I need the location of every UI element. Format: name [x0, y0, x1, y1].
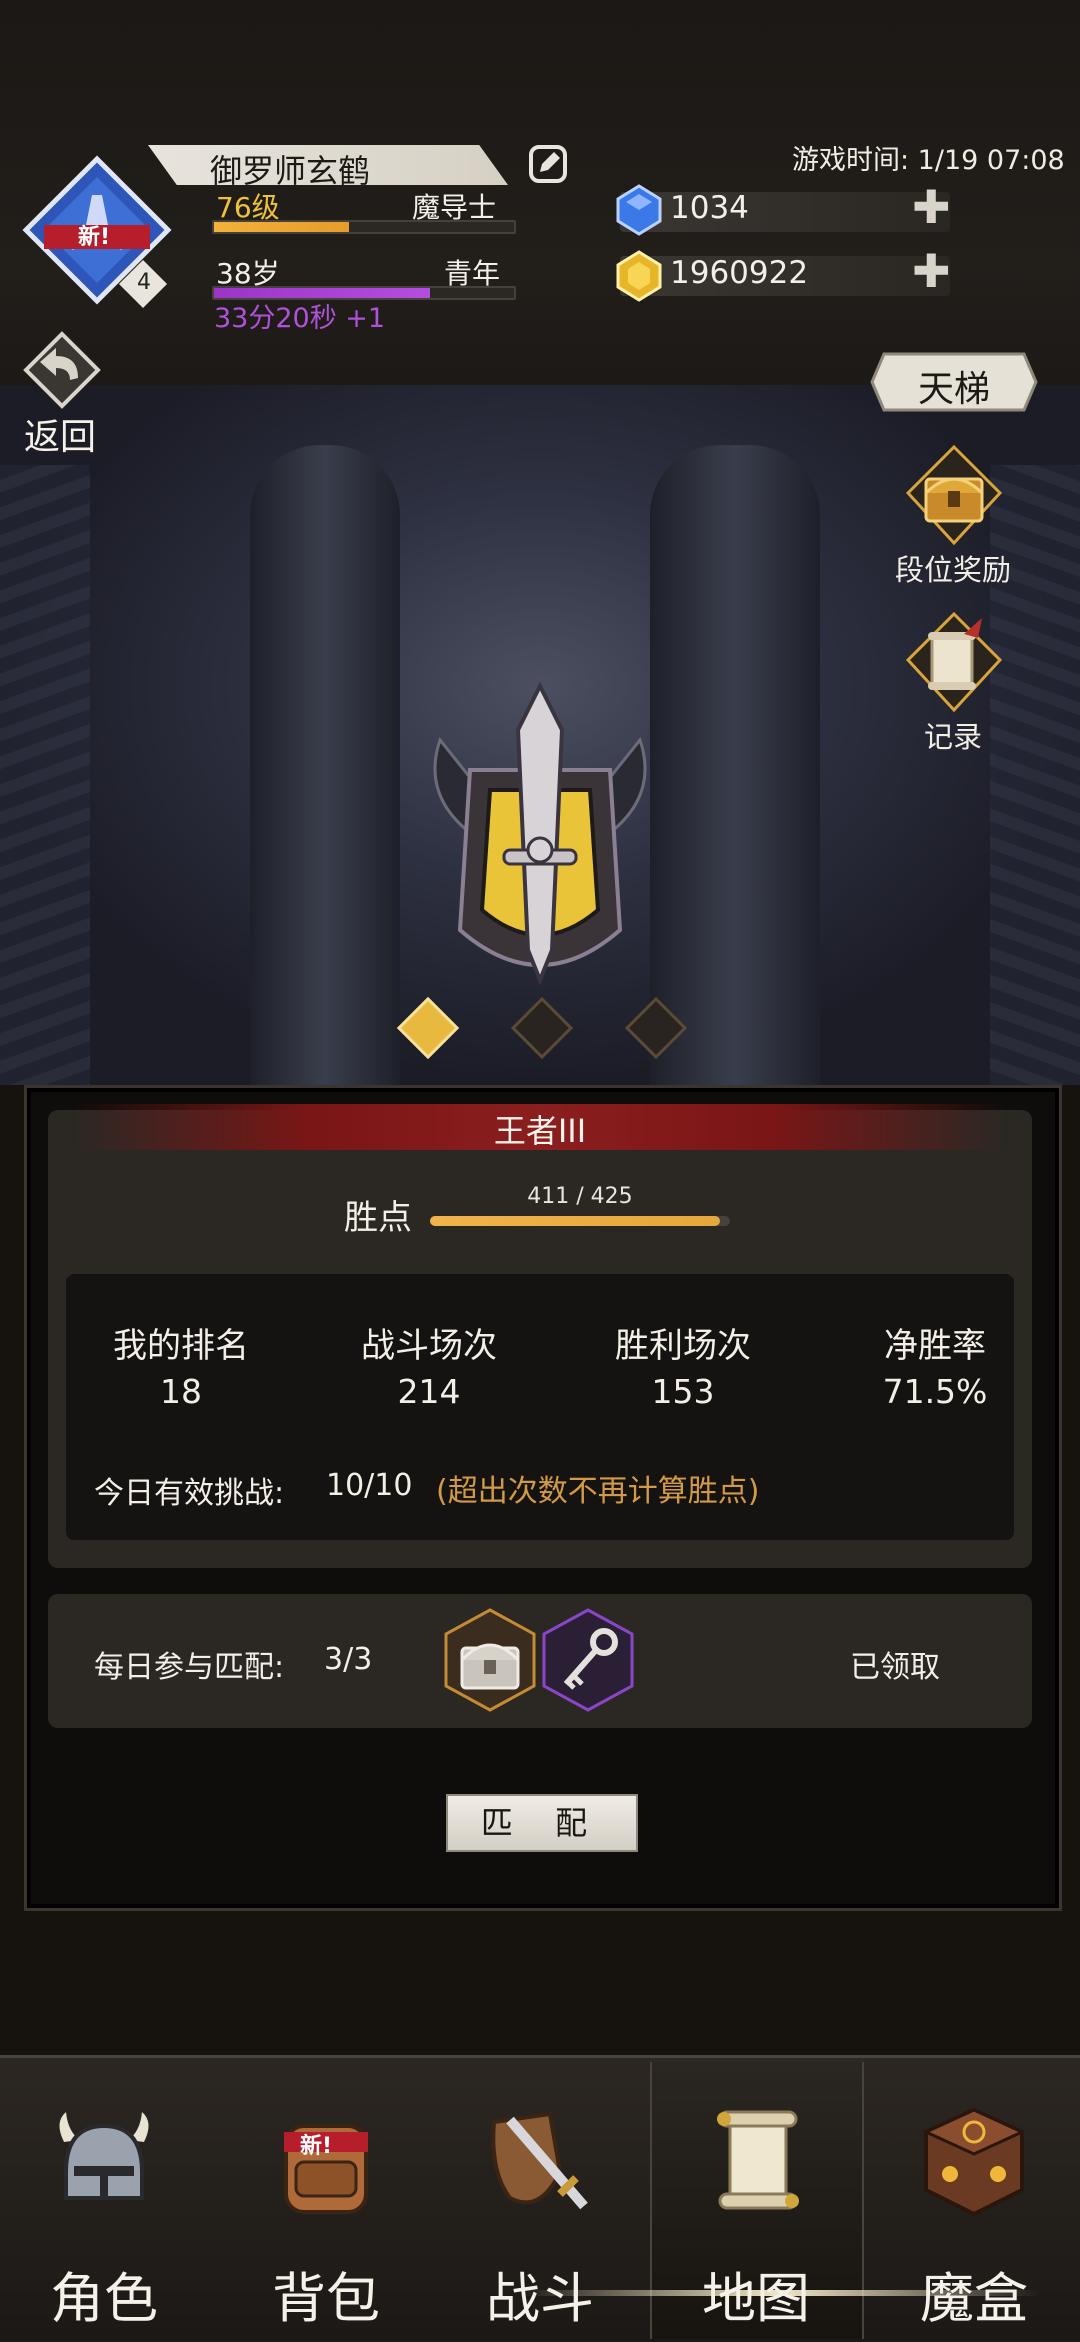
- nav-bag[interactable]: 新! 背包: [226, 2062, 426, 2339]
- level-progress-bar: [212, 220, 516, 234]
- rank-reward-label: 段位奖励: [894, 553, 1011, 587]
- record-button[interactable]: 记录: [888, 612, 1018, 754]
- helmet-icon: [59, 2112, 149, 2200]
- gem-icon: [614, 184, 664, 236]
- nav-role-label: 角色: [50, 2267, 158, 2330]
- avatar-new-badge: 新!: [78, 225, 111, 250]
- backpack-icon: [284, 2124, 368, 2214]
- nav-bag-label: 背包: [272, 2267, 380, 2330]
- back-icon: [23, 331, 101, 409]
- scroll-map-icon: [717, 2110, 799, 2210]
- stat-battles-label: 战斗场次: [361, 1326, 497, 1366]
- nav-magic-box-label: 魔盒: [920, 2267, 1028, 2330]
- record-label: 记录: [923, 720, 982, 754]
- daily-claimed-status: 已领取: [850, 1650, 940, 1685]
- edit-name-button[interactable]: [528, 144, 568, 184]
- level-progress-fill: [214, 222, 349, 232]
- avatar[interactable]: 新! 4: [22, 155, 172, 309]
- back-button[interactable]: 返回: [14, 330, 114, 458]
- gold-icon: [614, 250, 664, 302]
- nav-bag-new-badge: 新!: [300, 2134, 333, 2159]
- king-rank-sword-emblem-icon: [433, 681, 647, 986]
- key-icon: [542, 1608, 634, 1712]
- nav-battle[interactable]: 战斗: [440, 2062, 640, 2339]
- edit-icon: [529, 145, 567, 183]
- points-label: 胜点: [344, 1198, 412, 1238]
- nav-role[interactable]: 角色: [4, 2062, 204, 2339]
- stat-rank-value: 18: [160, 1372, 202, 1411]
- stat-winrate-value: 71.5%: [882, 1372, 988, 1411]
- left-chain: [0, 465, 90, 1085]
- points-progress-bar: [430, 1216, 730, 1226]
- stat-wins-label: 胜利场次: [615, 1326, 751, 1366]
- avatar-count-badge: 4: [137, 270, 151, 295]
- match-button[interactable]: 匹 配: [446, 1794, 638, 1852]
- nav-map[interactable]: 地图: [656, 2062, 856, 2339]
- ladder-label: 天梯: [917, 369, 990, 410]
- record-scroll-icon: [906, 612, 1002, 712]
- add-gems-button[interactable]: ✚: [912, 180, 951, 234]
- stat-rank-label: 我的排名: [113, 1326, 249, 1366]
- nav-battle-label: 战斗: [486, 2267, 594, 2330]
- daily-match-label: 每日参与匹配:: [94, 1650, 285, 1685]
- gem-count: 1034: [670, 190, 749, 226]
- daily-challenge-label: 今日有效挑战:: [94, 1476, 285, 1511]
- sword-shield-icon: [491, 2111, 588, 2210]
- reward-key-item[interactable]: [542, 1608, 634, 1712]
- stat-wins-value: 153: [651, 1372, 715, 1411]
- magic-box-icon: [922, 2107, 1026, 2217]
- rank-title: 王者III: [493, 1112, 587, 1150]
- nav-map-label: 地图: [702, 2267, 810, 2330]
- points-value: 411 / 425: [527, 1184, 633, 1209]
- rank-emblem: [420, 680, 660, 1000]
- daily-challenge-note: (超出次数不再计算胜点): [436, 1474, 760, 1509]
- ladder-tab: 天梯: [870, 352, 1038, 412]
- nav-magic-box[interactable]: 魔盒: [874, 2062, 1074, 2339]
- daily-match-value: 3/3: [324, 1642, 373, 1677]
- gold-count: 1960922: [670, 255, 809, 291]
- age-timer: 33分20秒 +1: [214, 303, 386, 334]
- add-gold-button[interactable]: ✚: [912, 244, 951, 298]
- treasure-chest-icon: [906, 445, 1002, 545]
- reward-chest-item[interactable]: [444, 1608, 536, 1712]
- stat-winrate-label: 净胜率: [884, 1326, 986, 1366]
- game-time: 游戏时间: 1/19 07:08: [792, 145, 1065, 176]
- right-pillar: [650, 445, 820, 1085]
- left-pillar: [250, 445, 400, 1085]
- daily-challenge-value: 10/10: [326, 1468, 413, 1503]
- stat-battles-value: 214: [397, 1372, 461, 1411]
- back-label: 返回: [24, 417, 97, 458]
- silver-chest-icon: [444, 1608, 536, 1712]
- rank-reward-button[interactable]: 段位奖励: [888, 445, 1018, 587]
- points-progress-fill: [430, 1216, 721, 1226]
